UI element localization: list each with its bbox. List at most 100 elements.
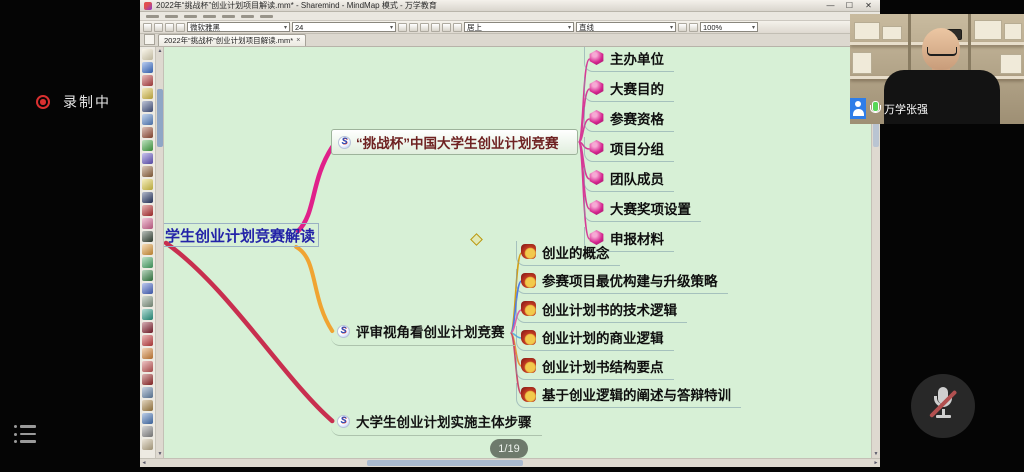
mindmap-child-node[interactable]: 大赛目的 bbox=[584, 74, 701, 104]
palette-icon[interactable] bbox=[142, 413, 153, 424]
horizontal-scroll-thumb[interactable] bbox=[367, 460, 523, 466]
window-title: 2022年“挑战杯”创业计划项目解读.mm* - Sharemind - Min… bbox=[156, 0, 819, 11]
mindmap-child-node[interactable]: 参赛项目最优构建与升级策略 bbox=[516, 268, 741, 297]
zoom-out-button[interactable] bbox=[678, 23, 687, 32]
minimize-button[interactable]: — bbox=[823, 0, 838, 11]
mindmap-branch1-node[interactable]: “挑战杯”中国大学生创业计划竞赛 bbox=[331, 129, 578, 155]
palette-icon[interactable] bbox=[142, 270, 153, 281]
document-tab-label: 2022年“挑战杯”创业计划项目解读.mm* bbox=[164, 35, 293, 46]
mindmap-child-node[interactable]: 创业计划的商业逻辑 bbox=[516, 325, 741, 354]
toolbar-button[interactable] bbox=[143, 23, 152, 32]
palette-icon[interactable] bbox=[142, 153, 153, 164]
meeting-menu-button[interactable] bbox=[14, 425, 36, 443]
palette-icon[interactable] bbox=[142, 244, 153, 255]
underline-button[interactable] bbox=[420, 23, 429, 32]
palette-icon[interactable] bbox=[142, 322, 153, 333]
medal-icon bbox=[521, 273, 536, 288]
recording-label: 录制中 bbox=[63, 92, 111, 112]
bold-button[interactable] bbox=[398, 23, 407, 32]
palette-icon[interactable] bbox=[142, 257, 153, 268]
palette-icon[interactable] bbox=[142, 140, 153, 151]
mute-microphone-button[interactable] bbox=[911, 374, 975, 438]
tab-close-icon[interactable]: × bbox=[296, 37, 300, 44]
shelf-box-decor bbox=[854, 22, 880, 40]
palette-icon[interactable] bbox=[142, 231, 153, 242]
toolbar-button[interactable] bbox=[442, 23, 451, 32]
palette-icon[interactable] bbox=[142, 426, 153, 437]
menu-item[interactable] bbox=[165, 15, 178, 18]
webcam-video[interactable]: 万学张强 bbox=[850, 14, 1024, 124]
palette-icon[interactable] bbox=[142, 75, 153, 86]
gem-icon bbox=[589, 110, 604, 125]
palette-icon[interactable] bbox=[142, 400, 153, 411]
palette-icon[interactable] bbox=[142, 62, 153, 73]
palette-icon[interactable] bbox=[142, 439, 153, 450]
mindmap-child-node[interactable]: 项目分组 bbox=[584, 134, 701, 164]
maximize-button[interactable]: ☐ bbox=[842, 0, 857, 11]
palette-icon[interactable] bbox=[142, 205, 153, 216]
toolbar-button[interactable] bbox=[453, 23, 462, 32]
palette-scroll-thumb[interactable] bbox=[157, 89, 163, 147]
menu-item[interactable] bbox=[203, 15, 216, 18]
scroll-left-icon[interactable]: ◄ bbox=[140, 459, 148, 467]
sharemind-logo-icon bbox=[338, 136, 351, 149]
palette-icon[interactable] bbox=[142, 296, 153, 307]
close-button[interactable]: ✕ bbox=[861, 0, 876, 11]
font-family-select[interactable]: 微软雅黑 bbox=[187, 22, 290, 32]
new-document-icon[interactable] bbox=[144, 34, 155, 45]
alignment-select[interactable]: 居上 bbox=[464, 22, 574, 32]
child-node-label: 大赛目的 bbox=[610, 78, 664, 98]
color-button[interactable] bbox=[431, 23, 440, 32]
italic-button[interactable] bbox=[409, 23, 418, 32]
mindmap-root-node[interactable]: 学生创业计划竞赛解读 bbox=[164, 223, 319, 247]
mindmap-branch3-node[interactable]: 大学生创业计划实施主体步骤 bbox=[331, 409, 542, 436]
palette-icon[interactable] bbox=[142, 127, 153, 138]
palette-icon[interactable] bbox=[142, 166, 153, 177]
palette-icon[interactable] bbox=[142, 218, 153, 229]
menu-item[interactable] bbox=[222, 15, 235, 18]
scroll-down-icon[interactable]: ▼ bbox=[156, 450, 164, 458]
menu-item[interactable] bbox=[260, 15, 273, 18]
mindmap-child-node[interactable]: 团队成员 bbox=[584, 164, 701, 194]
scroll-right-icon[interactable]: ► bbox=[872, 459, 880, 467]
palette-icon[interactable] bbox=[142, 114, 153, 125]
palette-icon[interactable] bbox=[142, 101, 153, 112]
mindmap-child-node[interactable]: 主办单位 bbox=[584, 47, 701, 74]
palette-icon[interactable] bbox=[142, 309, 153, 320]
palette-icon[interactable] bbox=[142, 335, 153, 346]
mindmap-child-node[interactable]: 基于创业逻辑的阐述与答辩特训 bbox=[516, 382, 741, 411]
palette-icon[interactable] bbox=[142, 374, 153, 385]
toolbar-button[interactable] bbox=[165, 23, 174, 32]
palette-icon[interactable] bbox=[142, 283, 153, 294]
palette-icon[interactable] bbox=[142, 88, 153, 99]
child-node-label: 创业计划书的技术逻辑 bbox=[542, 299, 677, 319]
menu-item[interactable] bbox=[184, 15, 197, 18]
mindmap-child-node[interactable]: 参赛资格 bbox=[584, 104, 701, 134]
palette-icon[interactable] bbox=[142, 49, 153, 60]
mindmap-branch2-node[interactable]: 评审视角看创业计划竞赛 bbox=[331, 319, 515, 346]
mindmap-child-node[interactable]: 创业计划书的技术逻辑 bbox=[516, 296, 741, 325]
toolbar-button[interactable] bbox=[154, 23, 163, 32]
menu-item[interactable] bbox=[241, 15, 254, 18]
toolbar-button[interactable] bbox=[176, 23, 185, 32]
document-tab[interactable]: 2022年“挑战杯”创业计划项目解读.mm* × bbox=[158, 34, 306, 46]
scroll-up-icon[interactable]: ▲ bbox=[156, 47, 164, 55]
palette-icon[interactable] bbox=[142, 361, 153, 372]
menu-item[interactable] bbox=[146, 15, 159, 18]
zoom-level-select[interactable]: 100% bbox=[700, 22, 758, 32]
palette-icon[interactable] bbox=[142, 348, 153, 359]
mindmap-canvas[interactable]: 学生创业计划竞赛解读 “挑战杯”中国大学生创业计划竞赛 主办单位 bbox=[164, 47, 871, 458]
canvas-horizontal-scrollbar[interactable]: ◄ ► bbox=[140, 458, 880, 467]
child-node-label: 参赛项目最优构建与升级策略 bbox=[542, 270, 718, 290]
palette-icon[interactable] bbox=[142, 179, 153, 190]
scroll-down-icon[interactable]: ▼ bbox=[872, 450, 880, 458]
zoom-in-button[interactable] bbox=[689, 23, 698, 32]
palette-icon[interactable] bbox=[142, 387, 153, 398]
mindmap-child-node[interactable]: 创业的概念 bbox=[516, 239, 741, 268]
mindmap-child-node[interactable]: 大赛奖项设置 bbox=[584, 194, 701, 224]
font-size-select[interactable]: 24 bbox=[292, 22, 396, 32]
line-style-select[interactable]: 直线 bbox=[576, 22, 676, 32]
mindmap-child-node[interactable]: 创业计划书结构要点 bbox=[516, 353, 741, 382]
palette-scrollbar[interactable]: ▲ ▼ bbox=[156, 47, 164, 458]
palette-icon[interactable] bbox=[142, 192, 153, 203]
